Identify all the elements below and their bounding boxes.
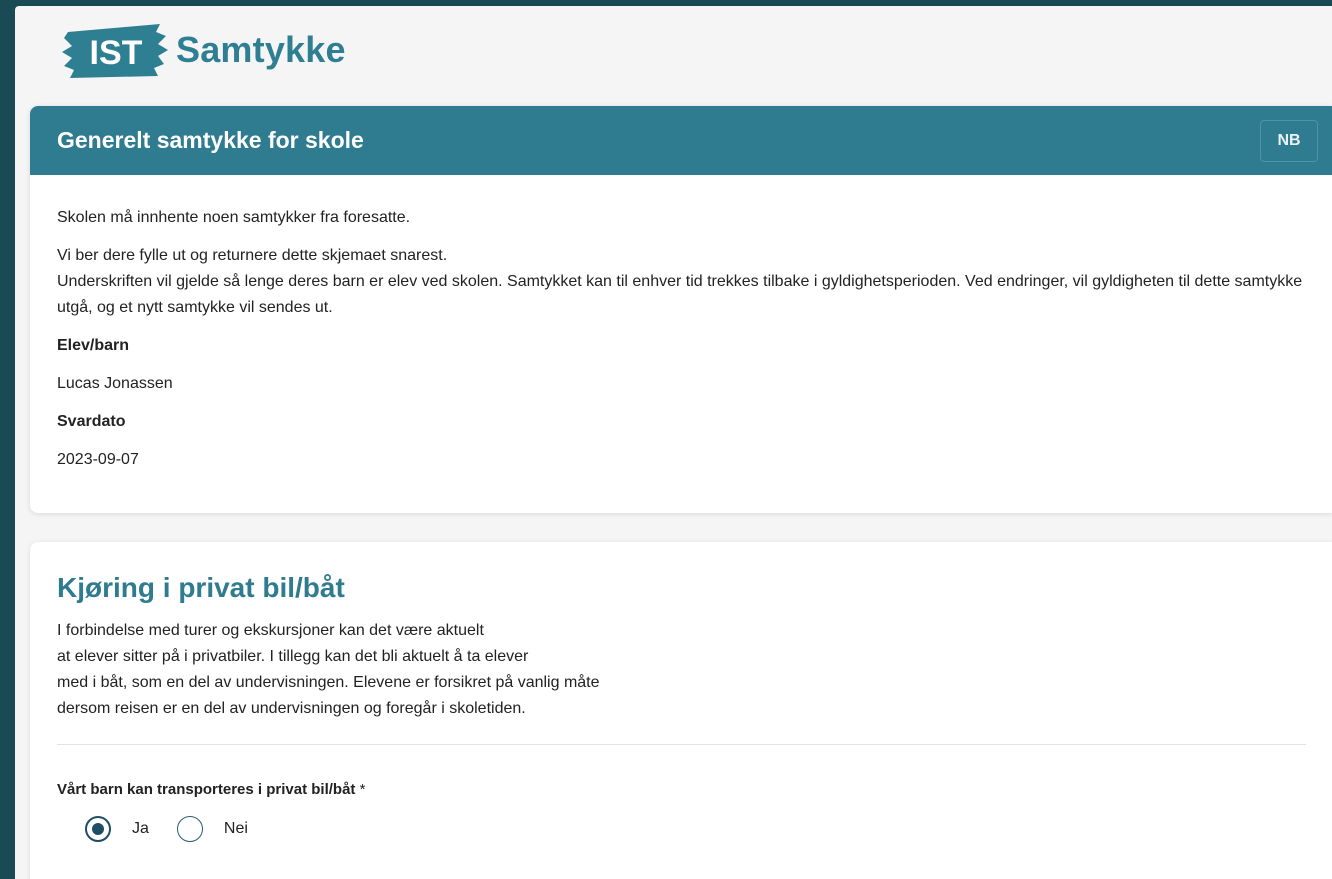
description-line3: med i båt, som en del av undervisningen.… xyxy=(57,674,600,691)
divider xyxy=(57,744,1306,745)
reply-date: 2023-09-07 xyxy=(57,451,139,468)
answer-radio-group: Ja Nei xyxy=(85,816,1305,842)
student-name: Lucas Jonassen xyxy=(57,375,173,392)
radio-label-nei[interactable]: Nei xyxy=(224,820,248,838)
section-description: I forbindelse med turer og ekskursjoner … xyxy=(57,618,1305,722)
instructions-line2: Underskriften vil gjelde så lenge deres … xyxy=(57,273,1303,316)
consent-card-header: Generelt samtykke for skole NB xyxy=(30,106,1332,175)
instructions-paragraph: Vi ber dere fylle ut og returnere dette … xyxy=(57,243,1305,321)
question-label: Vårt barn kan transporteres i privat bil… xyxy=(57,781,1305,798)
consent-title: Generelt samtykke for skole xyxy=(57,127,364,153)
page: IST Samtykke Generelt samtykke for skole… xyxy=(15,6,1332,879)
radio-label-ja[interactable]: Ja xyxy=(132,820,149,838)
description-line2: at elever sitter på i privatbiler. I til… xyxy=(57,648,529,665)
radio-option-nei[interactable]: Nei xyxy=(176,816,248,842)
radio-option-ja[interactable]: Ja xyxy=(85,816,149,842)
consent-card: Generelt samtykke for skole NB Skolen må… xyxy=(30,106,1332,513)
radio-ja[interactable] xyxy=(85,816,111,842)
consent-card-body: Skolen må innhente noen samtykker fra fo… xyxy=(30,175,1332,473)
intro-paragraph: Skolen må innhente noen samtykker fra fo… xyxy=(57,209,411,226)
section-title: Kjøring i privat bil/båt xyxy=(57,572,345,603)
language-button[interactable]: NB xyxy=(1260,119,1318,162)
app-name: Samtykke xyxy=(176,29,346,70)
radio-nei[interactable] xyxy=(176,816,203,842)
instructions-line1: Vi ber dere fylle ut og returnere dette … xyxy=(57,247,448,264)
student-label: Elev/barn xyxy=(57,337,130,354)
transport-section-card: Kjøring i privat bil/båt I forbindelse m… xyxy=(30,542,1332,879)
description-line4: dersom reisen er en del av undervisninge… xyxy=(57,700,526,717)
question-text: Vårt barn kan transporteres i privat bil… xyxy=(57,781,356,798)
reply-date-label: Svardato xyxy=(57,413,126,430)
app-logo[interactable]: IST Samtykke xyxy=(60,18,346,82)
radio-selected-dot xyxy=(92,823,104,835)
logo-text: IST xyxy=(90,34,143,72)
required-mark: * xyxy=(359,781,366,798)
description-line1: I forbindelse med turer og ekskursjoner … xyxy=(57,622,484,639)
ist-logo-icon: IST xyxy=(60,18,172,82)
